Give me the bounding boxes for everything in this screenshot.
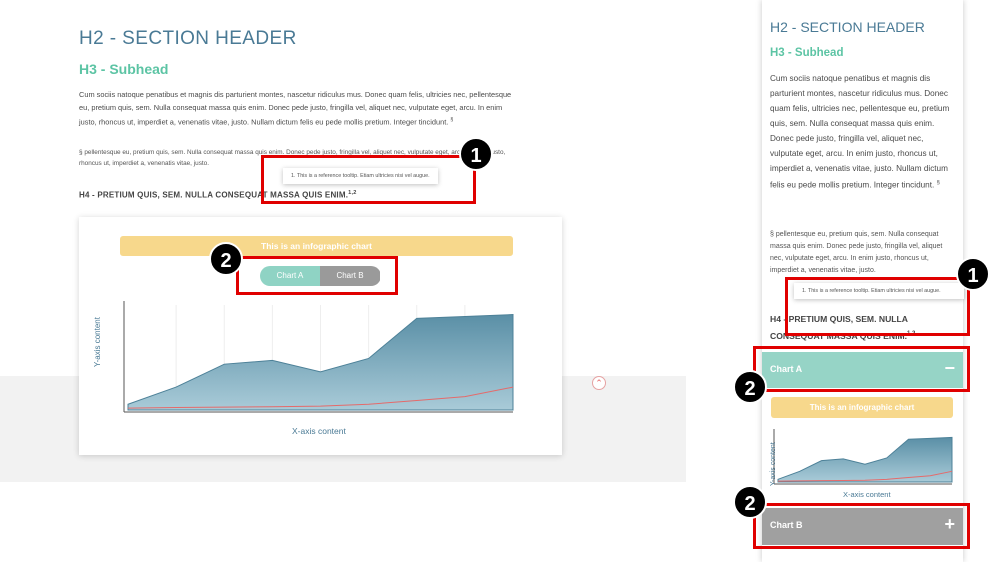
mobile-footnote-ref[interactable]: § (937, 180, 940, 186)
y-axis-label: Y-axis content (93, 317, 102, 367)
x-axis-label: X-axis content (292, 426, 346, 436)
mobile-callout-badge-1: 1 (956, 257, 990, 291)
callout-box-toggle (236, 256, 398, 295)
series-1-area (777, 436, 953, 483)
mobile-footnote-text: § pellentesque eu, pretium quis, sem. Nu… (770, 231, 943, 274)
mobile-callout-box-accordion-a (753, 346, 970, 392)
mobile-subhead-h3: H3 - Subhead (770, 47, 844, 59)
mobile-callout-box-tooltip (785, 277, 970, 336)
mobile-x-axis-label: X-axis content (843, 490, 891, 499)
section-header-h2: H2 - SECTION HEADER (79, 28, 297, 49)
mobile-area-chart (773, 429, 953, 485)
mobile-y-axis-label: Y-axis content (770, 442, 777, 486)
callout-box-tooltip (261, 155, 476, 204)
body-paragraph: Cum sociis natoque penatibus et magnis d… (79, 88, 519, 128)
mobile-callout-box-accordion-b (753, 503, 970, 549)
mobile-chart-title-banner: This is an infographic chart (771, 397, 953, 418)
footnote-ref[interactable]: § (450, 117, 453, 123)
mobile-callout-badge-2b: 2 (733, 485, 767, 519)
mobile-body-paragraph-text: Cum sociis natoque penatibus et magnis d… (770, 74, 950, 190)
subhead-h3: H3 - Subhead (79, 61, 169, 77)
scroll-to-top-icon[interactable]: ⌃ (592, 376, 606, 390)
infographic-chart-card: This is an infographic chart Chart A Cha… (79, 217, 562, 455)
mobile-body-paragraph: Cum sociis natoque penatibus et magnis d… (770, 71, 954, 193)
mobile-callout-badge-2a: 2 (733, 370, 767, 404)
callout-badge-1: 1 (459, 137, 493, 171)
body-paragraph-text: Cum sociis natoque penatibus et magnis d… (79, 90, 512, 127)
mobile-section-header-h2: H2 - SECTION HEADER (770, 19, 925, 35)
callout-badge-2: 2 (209, 242, 243, 276)
area-chart (123, 301, 514, 413)
